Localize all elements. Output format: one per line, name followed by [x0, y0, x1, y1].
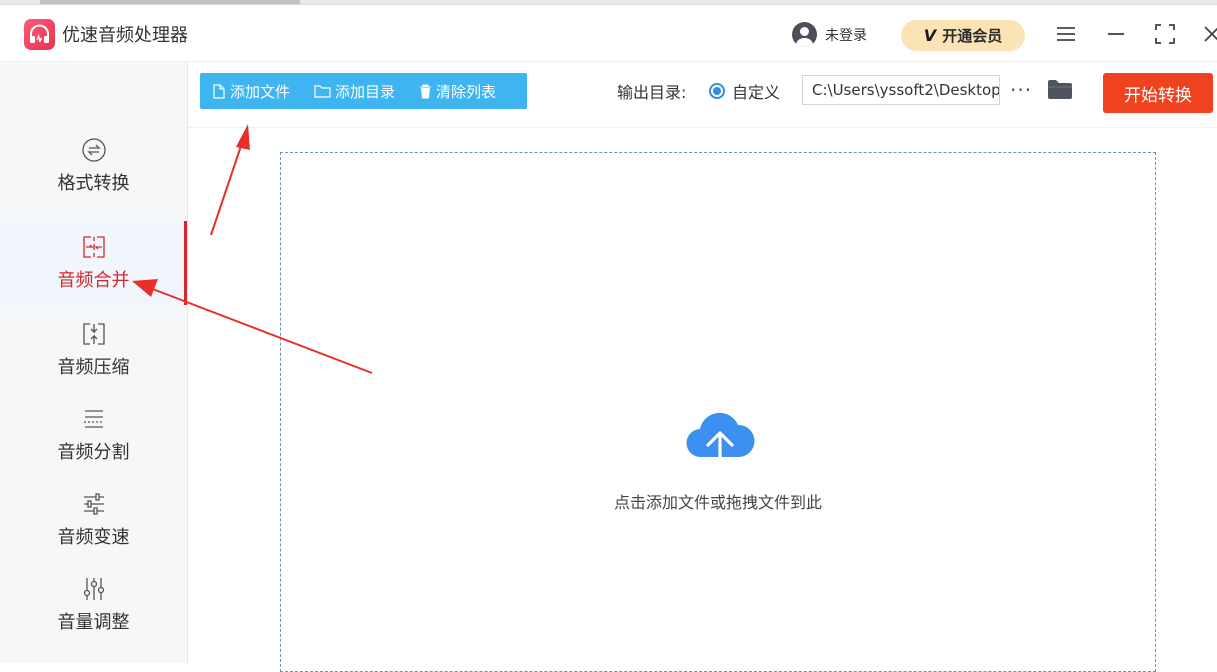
user-avatar-icon[interactable]	[792, 22, 817, 47]
sidebar: 格式转换 音频合并 音频压缩 音频分割 音频变速 音量调整	[0, 62, 188, 663]
sidebar-item-label: 音量调整	[57, 612, 130, 633]
custom-dir-label: 自定义	[732, 83, 781, 102]
menu-icon[interactable]	[1055, 23, 1077, 45]
file-icon	[213, 83, 225, 99]
sidebar-item-format-convert[interactable]: 格式转换	[0, 124, 187, 208]
sidebar-item-audio-compress[interactable]: 音频压缩	[0, 308, 187, 392]
open-folder-icon[interactable]	[1047, 79, 1073, 104]
trash-icon	[420, 84, 432, 98]
custom-dir-radio[interactable]: 自定义	[709, 79, 780, 103]
user-login[interactable]: 未登录	[792, 22, 867, 47]
title-bar: 优速音频处理器 未登录 V 开通会员	[0, 5, 1217, 62]
sidebar-item-label: 音频分割	[57, 442, 130, 463]
output-path-input[interactable]: C:\Users\yssoft2\Desktop	[802, 75, 1000, 105]
audio-compress-icon	[82, 323, 105, 345]
app-logo-icon	[24, 19, 55, 50]
sidebar-item-audio-merge[interactable]: 音频合并	[0, 221, 187, 305]
login-label[interactable]: 未登录	[825, 25, 867, 45]
app-title: 优速音频处理器	[62, 25, 188, 46]
sidebar-item-volume-adjust[interactable]: 音量调整	[0, 563, 187, 647]
volume-adjust-icon	[83, 578, 104, 600]
vip-mark-icon: V	[923, 26, 937, 45]
cloud-upload-icon	[686, 412, 755, 477]
add-directory-label: 添加目录	[335, 82, 396, 101]
close-icon[interactable]	[1203, 23, 1217, 45]
file-drop-zone[interactable]: 点击添加文件或拖拽文件到此	[280, 152, 1156, 672]
format-convert-icon	[81, 138, 106, 162]
vip-label: 开通会员	[942, 27, 1003, 45]
add-file-label: 添加文件	[230, 82, 291, 101]
file-toolbar: 添加文件 添加目录 清除列表	[200, 73, 527, 109]
sidebar-item-audio-speed[interactable]: 音频变速	[0, 478, 187, 562]
minimize-icon[interactable]	[1105, 23, 1127, 45]
toolbar-divider	[188, 127, 1217, 128]
audio-speed-icon	[83, 493, 104, 515]
drop-hint-text: 点击添加文件或拖拽文件到此	[613, 493, 822, 512]
vip-button[interactable]: V 开通会员	[901, 20, 1025, 51]
sidebar-item-label: 音频变速	[57, 527, 130, 548]
more-options-icon[interactable]: ···	[1010, 78, 1032, 102]
add-file-button[interactable]: 添加文件	[200, 73, 302, 109]
sidebar-item-label: 音频合并	[57, 270, 130, 291]
audio-split-icon	[83, 410, 104, 428]
sidebar-item-audio-split[interactable]: 音频分割	[0, 393, 187, 477]
radio-selected-icon[interactable]	[709, 83, 725, 99]
start-convert-button[interactable]: 开始转换	[1103, 73, 1213, 113]
clear-list-label: 清除列表	[436, 82, 497, 101]
sidebar-item-label: 音频压缩	[57, 357, 130, 378]
audio-merge-icon	[82, 236, 105, 258]
add-directory-button[interactable]: 添加目录	[302, 73, 407, 109]
maximize-icon[interactable]	[1154, 23, 1176, 45]
folder-outline-icon	[314, 85, 331, 98]
clear-list-button[interactable]: 清除列表	[407, 73, 508, 109]
sidebar-item-label: 格式转换	[57, 173, 130, 194]
output-dir-label: 输出目录:	[617, 83, 687, 102]
